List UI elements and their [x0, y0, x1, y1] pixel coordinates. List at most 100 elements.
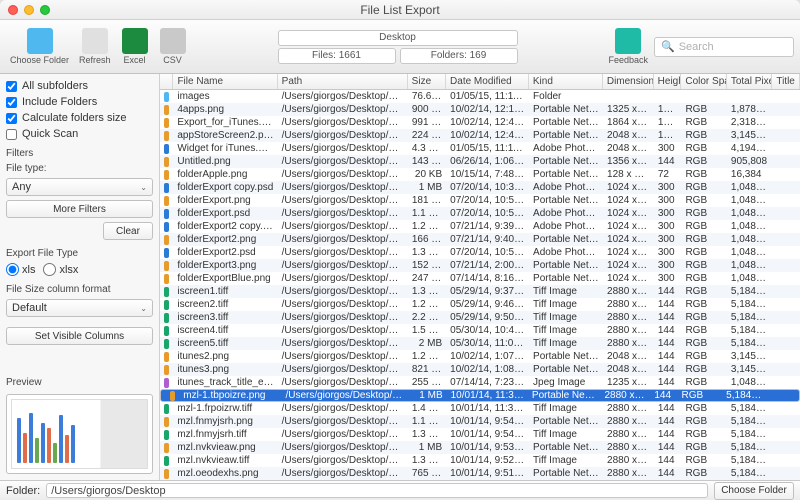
table-row[interactable]: mzl-1.frpoizrw.tiff/Users/giorgos/Deskto…: [160, 402, 800, 415]
table-row[interactable]: folderExport3.png/Users/giorgos/Desktop/…: [160, 259, 800, 272]
feedback-button[interactable]: Feedback: [604, 23, 652, 71]
table-cell: 10/02/14, 1:07:41 AM: [446, 351, 529, 362]
table-cell: mzl-1.frpoizrw.tiff: [173, 403, 277, 414]
include-folders-checkbox[interactable]: Include Folders: [6, 96, 153, 108]
table-cell: 1 MB: [408, 442, 446, 453]
file-type-icon: [160, 248, 173, 258]
table-cell: 1,048,576: [727, 182, 772, 193]
column-header[interactable]: Dimensions: [603, 74, 654, 89]
file-type-icon: [160, 170, 173, 180]
column-header[interactable]: Kind: [529, 74, 603, 89]
table-cell: 144: [654, 429, 682, 440]
more-filters-button[interactable]: More Filters: [6, 200, 153, 218]
table-cell: Adobe Photoshop...: [529, 143, 603, 154]
table-cell: RGB: [678, 390, 723, 401]
table-cell: Tiff Image: [529, 286, 603, 297]
table-row[interactable]: folderApple.png/Users/giorgos/Desktop/De…: [160, 168, 800, 181]
search-input[interactable]: 🔍 Search: [654, 37, 794, 57]
table-row[interactable]: folderExport copy.psd/Users/giorgos/Desk…: [160, 181, 800, 194]
table-cell: /Users/giorgos/Desktop/DemoFolder/i...: [278, 208, 408, 219]
table-row[interactable]: images/Users/giorgos/Desktop/DemoFolder/…: [160, 90, 800, 103]
csv-button[interactable]: CSV: [155, 23, 191, 71]
column-header[interactable]: Title: [772, 74, 800, 89]
table-row[interactable]: 4apps.png/Users/giorgos/Desktop/DemoFold…: [160, 103, 800, 116]
info-panel: Desktop Files: 1661 Folders: 169: [193, 30, 603, 64]
set-columns-button[interactable]: Set Visible Columns: [6, 327, 153, 345]
table-row[interactable]: folderExport2 copy.psd/Users/giorgos/Des…: [160, 220, 800, 233]
table-cell: Portable Network G...: [529, 195, 603, 206]
footer-choose-folder-button[interactable]: Choose Folder: [714, 482, 794, 500]
clear-button[interactable]: Clear: [103, 222, 153, 240]
table-cell: 152 KB: [408, 260, 446, 271]
table-row[interactable]: folderExport2.psd/Users/giorgos/Desktop/…: [160, 246, 800, 259]
table-cell: /Users/giorgos/Desktop/DemoFolder/i...: [278, 195, 408, 206]
table-cell: 2880 x 1800: [603, 429, 654, 440]
table-cell: 5,184,000: [727, 468, 772, 479]
table-cell: 01/05/15, 11:11:59 PM: [446, 143, 529, 154]
table-cell: 2048 x 2048: [603, 143, 654, 154]
table-cell: 01/05/15, 11:11:59 PM: [446, 91, 529, 102]
table-row[interactable]: mzl.nvkvieaw.tiff/Users/giorgos/Desktop/…: [160, 454, 800, 467]
search-placeholder: Search: [679, 41, 714, 53]
table-row[interactable]: folderExportBlue.png/Users/giorgos/Deskt…: [160, 272, 800, 285]
table-cell: 10/01/14, 11:35:28 PM: [446, 403, 529, 414]
table-row[interactable]: Widget for iTunes.psd/Users/giorgos/Desk…: [160, 142, 800, 155]
file-type-icon: [160, 456, 173, 466]
column-header[interactable]: Height: [654, 74, 682, 89]
table-row[interactable]: mzl-1.tbpoizre.png/Users/giorgos/Desktop…: [160, 389, 800, 402]
table-row[interactable]: itunes2.png/Users/giorgos/Desktop/DemoFo…: [160, 350, 800, 363]
column-header[interactable]: Color Space: [681, 74, 726, 89]
table-row[interactable]: folderExport.psd/Users/giorgos/Desktop/D…: [160, 207, 800, 220]
table-cell: RGB: [681, 273, 726, 284]
column-header[interactable]: File Name: [173, 74, 277, 89]
table-cell: Portable Network G...: [529, 156, 603, 167]
table-row[interactable]: mzl.fnmyjsrh.png/Users/giorgos/Desktop/D…: [160, 415, 800, 428]
column-header[interactable]: Path: [278, 74, 408, 89]
table-body[interactable]: images/Users/giorgos/Desktop/DemoFolder/…: [160, 90, 800, 480]
table-row[interactable]: iscreen4.tiff/Users/giorgos/Desktop/Demo…: [160, 324, 800, 337]
table-cell: 1244: [654, 117, 682, 128]
column-header[interactable]: Date Modified: [446, 74, 529, 89]
table-row[interactable]: Untitled.png/Users/giorgos/Desktop/DemoF…: [160, 155, 800, 168]
table-row[interactable]: folderExport2.png/Users/giorgos/Desktop/…: [160, 233, 800, 246]
table-cell: 905,808: [727, 156, 772, 167]
table-row[interactable]: iscreen2.tiff/Users/giorgos/Desktop/Demo…: [160, 298, 800, 311]
calculate-sizes-checkbox[interactable]: Calculate folders size: [6, 112, 153, 124]
table-row[interactable]: mzl.fnmyjsrh.tiff/Users/giorgos/Desktop/…: [160, 428, 800, 441]
table-row[interactable]: itunes3.png/Users/giorgos/Desktop/DemoFo…: [160, 363, 800, 376]
table-cell: 247 KB: [408, 273, 446, 284]
all-subfolders-checkbox[interactable]: All subfolders: [6, 80, 153, 92]
table-cell: 07/20/14, 10:37:56 PM: [446, 182, 529, 193]
table-row[interactable]: Export_for_iTunes.png/Users/giorgos/Desk…: [160, 116, 800, 129]
column-header[interactable]: Size: [408, 74, 446, 89]
refresh-button[interactable]: Refresh: [75, 23, 115, 71]
table-row[interactable]: folderExport.png/Users/giorgos/Desktop/D…: [160, 194, 800, 207]
table-cell: Portable Network G...: [529, 351, 603, 362]
table-cell: 1024 x 1024: [603, 234, 654, 245]
table-cell: 1.2 MB: [408, 221, 446, 232]
xlsx-radio[interactable]: xlsx: [43, 263, 78, 276]
table-cell: Portable Network G...: [529, 130, 603, 141]
table-row[interactable]: itunes_track_title_export.jpg/Users/gior…: [160, 376, 800, 389]
column-header[interactable]: [160, 74, 173, 89]
table-row[interactable]: iscreen3.tiff/Users/giorgos/Desktop/Demo…: [160, 311, 800, 324]
quick-scan-checkbox[interactable]: Quick Scan: [6, 128, 153, 140]
table-row[interactable]: iscreen5.tiff/Users/giorgos/Desktop/Demo…: [160, 337, 800, 350]
choose-folder-button[interactable]: Choose Folder: [6, 23, 73, 71]
size-format-select[interactable]: Default⌄: [6, 299, 153, 317]
table-cell: 1,048,576: [727, 208, 772, 219]
column-header[interactable]: Total Pixels: [727, 74, 772, 89]
table-cell: 1.3 MB: [408, 286, 446, 297]
table-cell: 2880 x 1800: [603, 468, 654, 479]
table-row[interactable]: iscreen1.tiff/Users/giorgos/Desktop/Demo…: [160, 285, 800, 298]
table-cell: 765 KB: [408, 468, 446, 479]
xls-radio[interactable]: xls: [6, 263, 35, 276]
table-row[interactable]: mzl.oeodexhs.png/Users/giorgos/Desktop/D…: [160, 467, 800, 480]
excel-button[interactable]: Excel: [117, 23, 153, 71]
file-type-select[interactable]: Any⌄: [6, 178, 153, 196]
table-row[interactable]: appStoreScreen2.png/Users/giorgos/Deskto…: [160, 129, 800, 142]
file-type-icon: [160, 469, 173, 479]
app-window: File List Export Choose Folder Refresh E…: [0, 0, 800, 500]
table-cell: 05/29/14, 9:37:28 AM: [446, 286, 529, 297]
table-row[interactable]: mzl.nvkvieaw.png/Users/giorgos/Desktop/D…: [160, 441, 800, 454]
